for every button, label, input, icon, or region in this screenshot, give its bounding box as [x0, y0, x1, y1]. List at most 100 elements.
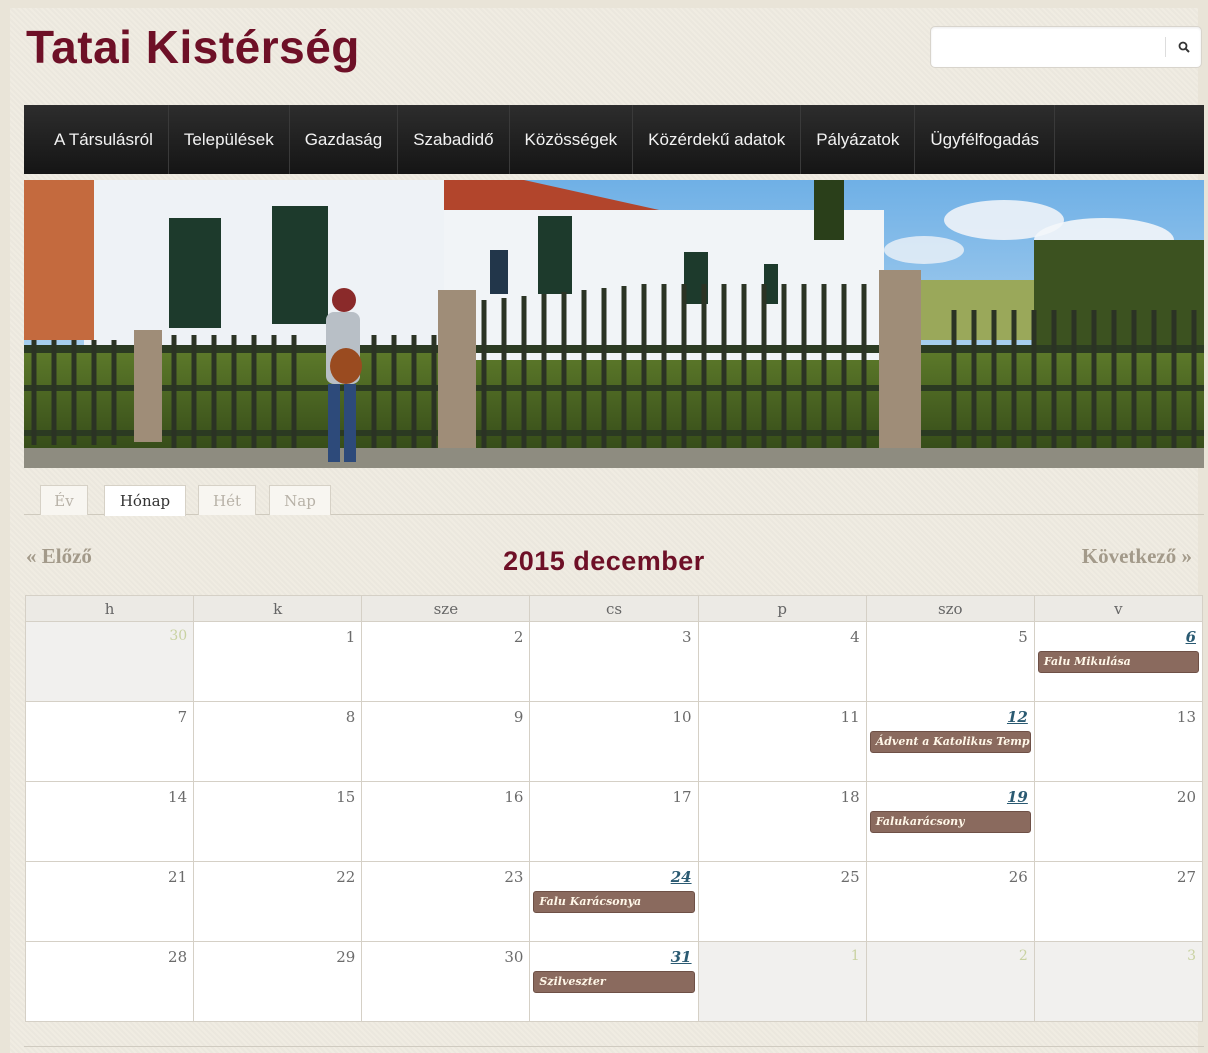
month-calendar: h k sze cs p szo v 30 1 2 3 4 5 6 Falu Mikulása…	[24, 595, 1204, 1022]
day-number: 7	[177, 708, 188, 726]
day-number-link[interactable]: 19	[1007, 788, 1028, 806]
tab-ev[interactable]: Év	[40, 485, 88, 515]
calendar-event[interactable]: Falu Mikulása	[1037, 651, 1199, 673]
weekday-header: sze	[361, 595, 531, 622]
nav-item-palyazatok[interactable]: Pályázatok	[801, 105, 916, 174]
day-number: 25	[840, 868, 860, 886]
calendar-month-title: 2015 december	[503, 546, 705, 576]
day-number: 23	[504, 868, 524, 886]
calendar-event[interactable]: Falu Karácsonya	[533, 891, 695, 913]
calendar-day-cell[interactable]: 16	[361, 781, 531, 862]
calendar-day-cell[interactable]: 30	[24, 621, 195, 702]
day-number: 18	[840, 788, 860, 806]
day-number: 3	[1187, 948, 1196, 964]
nav-item-kozossegek[interactable]: Közösségek	[510, 105, 634, 174]
day-number: 14	[168, 788, 188, 806]
search-button[interactable]	[1169, 31, 1199, 63]
weekday-header: cs	[529, 595, 699, 622]
day-number: 9	[513, 708, 524, 726]
calendar-day-cell[interactable]: 4	[697, 621, 867, 702]
calendar-day-cell[interactable]: 19 Falukarácsony	[865, 781, 1035, 862]
day-number: 29	[336, 948, 356, 966]
view-tabs: Év Hónap Hét Nap	[24, 483, 1204, 516]
day-number: 17	[672, 788, 692, 806]
calendar-day-cell[interactable]: 5	[865, 621, 1035, 702]
calendar-week-row: 14 15 16 17 18 19 Falukarácsony 20	[24, 781, 1204, 862]
calendar-day-cell[interactable]: 8	[193, 701, 363, 782]
calendar-day-cell[interactable]: 25	[697, 861, 867, 942]
calendar-day-cell[interactable]: 28	[24, 941, 195, 1022]
calendar-week-row: 30 1 2 3 4 5 6 Falu Mikulása	[24, 621, 1204, 702]
day-number: 16	[504, 788, 524, 806]
tab-honap[interactable]: Hónap	[104, 485, 186, 516]
day-number-link[interactable]: 6	[1186, 628, 1196, 646]
nav-item-ugyfelfogadas[interactable]: Ügyfélfogadás	[915, 105, 1056, 174]
day-number-link[interactable]: 24	[671, 868, 692, 886]
day-number-link[interactable]: 31	[671, 948, 692, 966]
calendar-day-cell[interactable]: 7	[24, 701, 195, 782]
day-number: 28	[168, 948, 188, 966]
main-nav: A Társulásról Települések Gazdaság Szaba…	[24, 105, 1204, 174]
calendar-day-cell[interactable]: 17	[529, 781, 699, 862]
calendar-day-cell[interactable]: 15	[193, 781, 363, 862]
calendar-day-cell[interactable]: 18	[697, 781, 867, 862]
day-number: 22	[336, 868, 356, 886]
weekday-header: p	[697, 595, 867, 622]
weekday-header: h	[24, 595, 195, 622]
tab-nap[interactable]: Nap	[269, 485, 331, 515]
calendar-day-cell[interactable]: 24 Falu Karácsonya	[529, 861, 699, 942]
search-box	[930, 26, 1202, 68]
weekday-header: k	[193, 595, 363, 622]
calendar-day-cell[interactable]: 1	[193, 621, 363, 702]
calendar-day-cell[interactable]: 30	[361, 941, 531, 1022]
calendar-body: 30 1 2 3 4 5 6 Falu Mikulása 7 8 9 10 11 12 Ádvent a K…	[24, 621, 1204, 1022]
calendar-day-cell[interactable]: 10	[529, 701, 699, 782]
site-title[interactable]: Tatai Kistérség	[26, 20, 360, 74]
day-number: 11	[840, 708, 860, 726]
calendar-day-cell[interactable]: 23	[361, 861, 531, 942]
calendar-week-row: 21 22 23 24 Falu Karácsonya 25 26 27	[24, 861, 1204, 942]
nav-item-kozerdeku-adatok[interactable]: Közérdekű adatok	[633, 105, 802, 174]
next-month-link[interactable]: Következő »	[1082, 544, 1192, 569]
calendar-day-cell[interactable]: 2	[865, 941, 1035, 1022]
day-number: 27	[1176, 868, 1196, 886]
tab-het[interactable]: Hét	[198, 485, 256, 515]
search-divider	[1165, 37, 1166, 57]
banner-image	[24, 180, 1204, 468]
weekday-header-row: h k sze cs p szo v	[24, 595, 1204, 622]
calendar-day-cell[interactable]: 1	[697, 941, 867, 1022]
calendar-day-cell[interactable]: 13	[1033, 701, 1204, 782]
day-number: 30	[169, 628, 188, 644]
day-number: 21	[168, 868, 188, 886]
calendar-event[interactable]: Falukarácsony	[869, 811, 1031, 833]
calendar-day-cell[interactable]: 12 Ádvent a Katolikus Templomban	[865, 701, 1035, 782]
calendar-day-cell[interactable]: 29	[193, 941, 363, 1022]
calendar-day-cell[interactable]: 11	[697, 701, 867, 782]
calendar-event[interactable]: Szilveszter	[533, 971, 695, 993]
calendar-day-cell[interactable]: 21	[24, 861, 195, 942]
calendar-day-cell[interactable]: 9	[361, 701, 531, 782]
search-input[interactable]	[939, 33, 1159, 61]
nav-item-tarsulasrol[interactable]: A Társulásról	[24, 105, 169, 174]
calendar-day-cell[interactable]: 3	[529, 621, 699, 702]
nav-item-szabadido[interactable]: Szabadidő	[398, 105, 510, 174]
nav-item-telepulesek[interactable]: Települések	[169, 105, 290, 174]
calendar-day-cell[interactable]: 22	[193, 861, 363, 942]
calendar-event[interactable]: Ádvent a Katolikus Templomban	[869, 731, 1031, 753]
day-number: 2	[513, 628, 524, 646]
village-house-photo	[24, 180, 1204, 468]
calendar-day-cell[interactable]: 2	[361, 621, 531, 702]
page: Tatai Kistérség A Társulásról Települése…	[10, 8, 1204, 1053]
day-number-link[interactable]: 12	[1007, 708, 1028, 726]
calendar-day-cell[interactable]: 6 Falu Mikulása	[1033, 621, 1204, 702]
calendar-day-cell[interactable]: 27	[1033, 861, 1204, 942]
weekday-header: v	[1033, 595, 1204, 622]
day-number: 3	[682, 628, 692, 646]
calendar-day-cell[interactable]: 26	[865, 861, 1035, 942]
calendar-day-cell[interactable]: 14	[24, 781, 195, 862]
calendar-day-cell[interactable]: 20	[1033, 781, 1204, 862]
calendar-day-cell[interactable]: 3	[1033, 941, 1204, 1022]
day-number: 2	[1018, 948, 1028, 964]
nav-item-gazdasag[interactable]: Gazdaság	[290, 105, 399, 174]
calendar-day-cell[interactable]: 31 Szilveszter	[529, 941, 699, 1022]
